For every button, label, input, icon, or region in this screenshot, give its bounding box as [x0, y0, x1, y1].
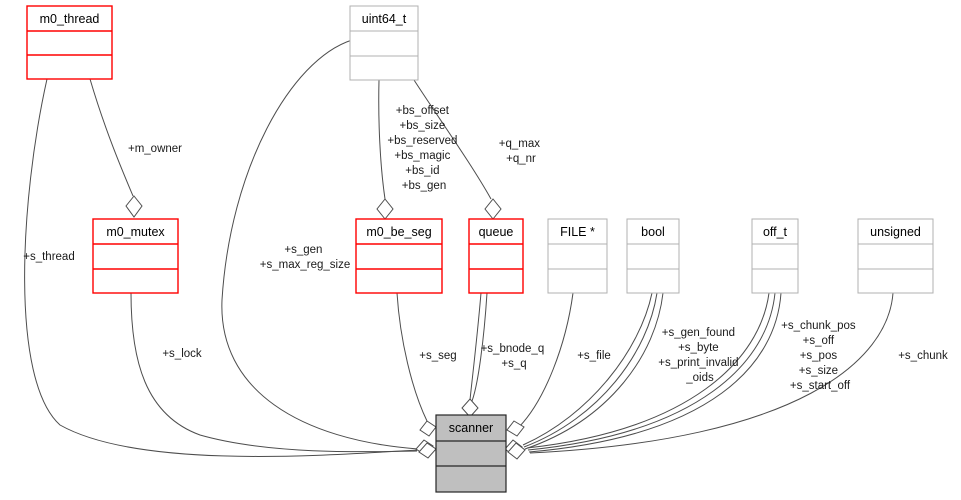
edge-bool-scanner-1: [522, 292, 653, 446]
edge-label-off_t_fields: +s_chunk_pos +s_off +s_pos +s_size +s_st…: [781, 320, 859, 392]
edge-label-line: +bs_reserved: [387, 135, 457, 147]
class-box-off_t[interactable]: off_t: [751, 218, 799, 294]
class-title-bool: bool: [641, 225, 665, 239]
class-title-scanner: scanner: [449, 421, 493, 435]
edge-label-line: +bs_magic: [394, 150, 450, 162]
class-title-queue: queue: [479, 225, 514, 239]
edge-label-line: +s_size: [799, 365, 838, 377]
edge-label-line: +s_print_invalid: [658, 357, 738, 369]
edge-label-line: +bs_gen: [402, 180, 446, 192]
edge-m0_thread-m0_mutex: [89, 78, 134, 197]
edge-label-line: +s_off: [803, 335, 835, 347]
edge-label-line: +s_chunk_pos: [781, 320, 856, 332]
edge-label-line: +s_pos: [800, 350, 838, 362]
aggregation-diamond-m0_be_seg: [376, 198, 394, 220]
edge-queue-scanner-1: [469, 292, 482, 401]
edge-label-s_lock: +s_lock: [162, 348, 202, 360]
edge-label-line: +bs_id: [405, 165, 439, 177]
class-box-unsigned[interactable]: unsigned: [857, 218, 934, 294]
class-title-unsigned: unsigned: [870, 225, 921, 239]
edge-label-line: +q_max: [499, 138, 540, 150]
edge-label-s_chunk: +s_chunk: [898, 350, 948, 362]
edge-label-s_seg: +s_seg: [419, 350, 456, 362]
class-title-off_t: off_t: [763, 225, 788, 239]
edge-label-s_bnode_q: +s_bnode_q +s_q: [481, 343, 548, 370]
edge-off_t-scanner-3: [528, 292, 782, 453]
class-title-file-pointer: FILE *: [560, 225, 595, 239]
edge-uint64_t-m0_be_seg: [378, 79, 386, 200]
aggregation-diamond-queue: [484, 198, 502, 220]
edge-label-line: +s_seg: [419, 350, 456, 362]
aggregation-diamond-m0_mutex: [125, 195, 143, 218]
edge-file_ptr-scanner: [518, 292, 574, 428]
edge-bool-scanner-3: [524, 292, 664, 450]
edge-label-bool_fields: +s_gen_found +s_byte +s_print_invalid _o…: [658, 327, 741, 384]
aggregation-diamond-scanner-right-a: [506, 420, 525, 437]
edge-label-line: +s_gen_found: [662, 327, 735, 339]
edge-label-m_owner: +m_owner: [128, 143, 182, 155]
class-title-m0_thread: m0_thread: [40, 12, 100, 26]
class-box-m0_thread[interactable]: m0_thread: [26, 5, 113, 80]
class-title-m0_mutex: m0_mutex: [106, 225, 165, 239]
edge-label-line: _oids: [685, 372, 714, 384]
aggregation-diamond-scanner-left-a: [419, 420, 437, 437]
class-box-file-pointer[interactable]: FILE *: [547, 218, 608, 294]
edge-label-line: +s_q: [501, 358, 526, 370]
edge-label-line: +s_thread: [23, 251, 74, 263]
class-box-scanner[interactable]: scanner: [435, 414, 507, 493]
class-layer: m0_thread uint64_t m0_mutex m0_be_seg qu…: [26, 5, 934, 493]
aggregation-diamond-scanner-top: [461, 398, 479, 418]
edge-label-line: +q_nr: [506, 153, 536, 165]
edge-label-be_seg_fields: +bs_offset +bs_size +bs_reserved +bs_mag…: [387, 105, 460, 192]
edge-label-scanner_uint64_fields: +s_gen +s_max_reg_size: [260, 244, 350, 271]
edge-label-line: +s_byte: [678, 342, 719, 354]
uml-class-diagram: m0_thread uint64_t m0_mutex m0_be_seg qu…: [0, 0, 961, 500]
edge-label-line: +s_lock: [162, 348, 202, 360]
edge-label-s_file: +s_file: [577, 350, 611, 362]
edge-label-line: +bs_offset: [396, 105, 450, 117]
edge-label-line: +s_file: [577, 350, 611, 362]
edge-label-line: +s_chunk: [898, 350, 948, 362]
class-box-uint64_t[interactable]: uint64_t: [349, 5, 419, 81]
edge-label-line: +s_max_reg_size: [260, 259, 350, 271]
class-title-m0_be_seg: m0_be_seg: [366, 225, 431, 239]
class-title-uint64_t: uint64_t: [362, 12, 407, 26]
class-box-bool[interactable]: bool: [626, 218, 680, 294]
class-box-m0_mutex[interactable]: m0_mutex: [92, 218, 179, 294]
edge-label-s_thread: +s_thread: [23, 251, 74, 263]
edge-label-line: +s_bnode_q: [481, 343, 545, 355]
edge-label-line: +m_owner: [128, 143, 182, 155]
edge-label-queue_fields: +q_max +q_nr: [499, 138, 543, 165]
class-box-queue[interactable]: queue: [468, 218, 524, 294]
edge-label-line: +s_start_off: [790, 380, 851, 392]
edge-label-line: +s_gen: [284, 244, 322, 256]
diagram-canvas: m0_thread uint64_t m0_mutex m0_be_seg qu…: [23, 5, 948, 493]
class-box-m0_be_seg[interactable]: m0_be_seg: [355, 218, 443, 294]
edge-m0_mutex-scanner: [130, 292, 418, 453]
edge-label-line: +bs_size: [400, 120, 446, 132]
